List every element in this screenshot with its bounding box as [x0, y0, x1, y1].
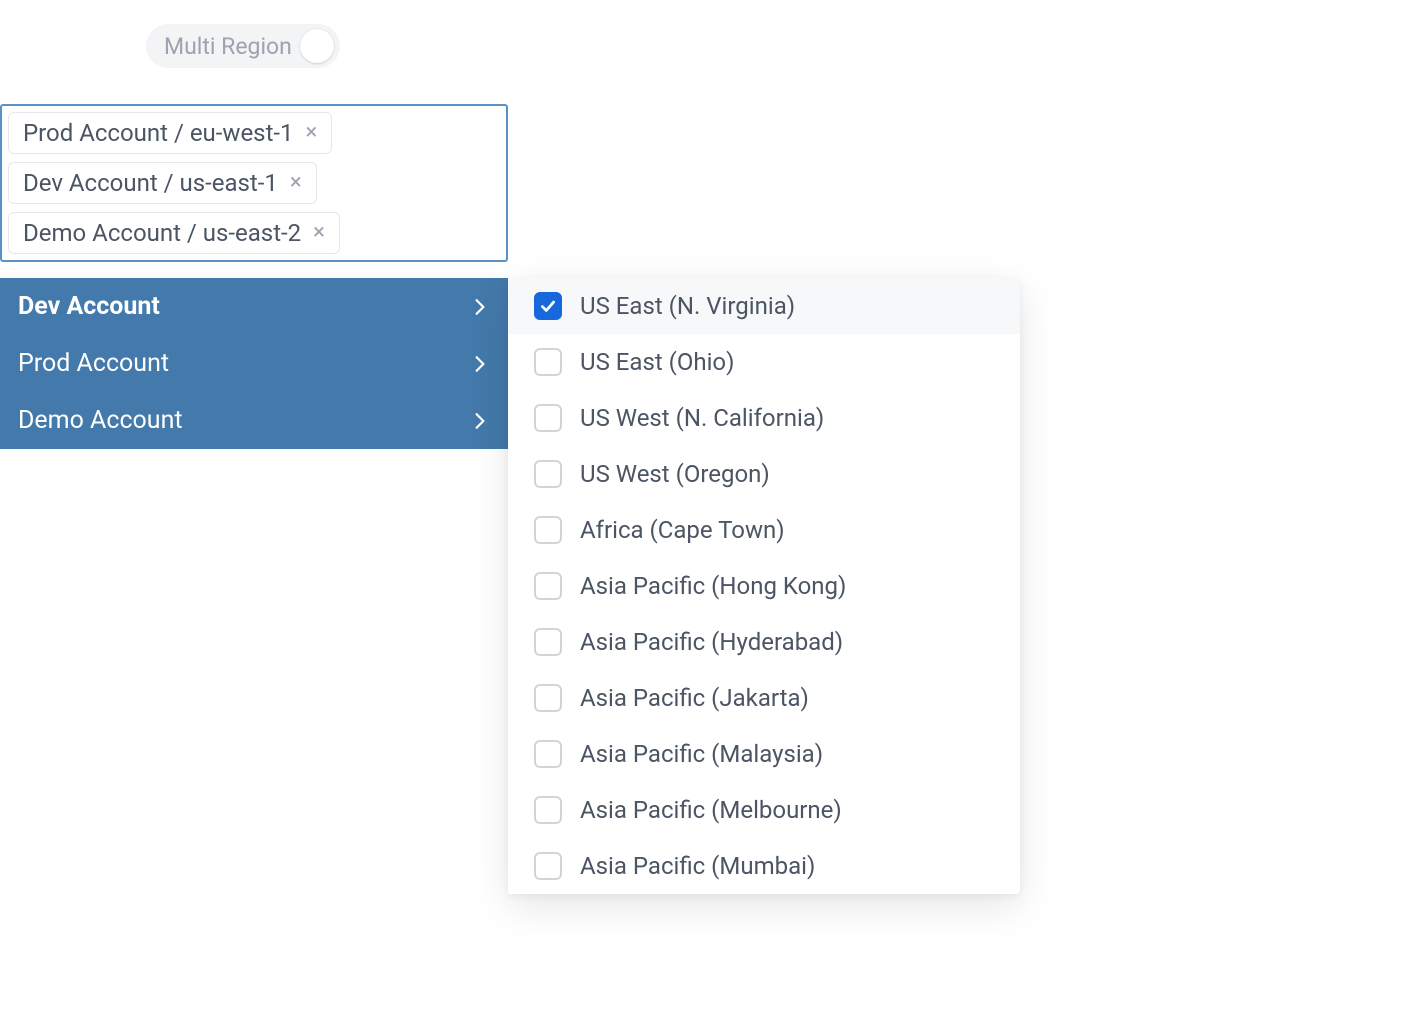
chevron-right-icon: [474, 412, 486, 430]
region-label: US West (Oregon): [580, 460, 770, 488]
region-label: Asia Pacific (Mumbai): [580, 852, 815, 880]
region-submenu: US East (N. Virginia) US East (Ohio) US …: [508, 278, 1020, 894]
region-label: Asia Pacific (Hyderabad): [580, 628, 843, 656]
region-label: Africa (Cape Town): [580, 516, 785, 544]
region-label: Asia Pacific (Hong Kong): [580, 572, 846, 600]
account-item-prod[interactable]: Prod Account: [0, 335, 508, 392]
region-option[interactable]: US East (Ohio): [508, 334, 1020, 390]
close-icon[interactable]: ×: [304, 122, 320, 144]
selected-tag: Prod Account / eu-west-1 ×: [8, 112, 332, 154]
account-label: Dev Account: [18, 292, 160, 321]
checkbox-icon: [534, 348, 562, 376]
root: Multi Region Prod Account / eu-west-1 × …: [0, 0, 1424, 1010]
account-item-demo[interactable]: Demo Account: [0, 392, 508, 449]
checkbox-icon: [534, 404, 562, 432]
selected-regions-input[interactable]: Prod Account / eu-west-1 × Dev Account /…: [0, 104, 508, 262]
multi-region-toggle-label: Multi Region: [164, 33, 292, 60]
chevron-right-icon: [474, 355, 486, 373]
account-label: Prod Account: [18, 349, 169, 378]
checkbox-icon: [534, 852, 562, 880]
checkbox-icon: [534, 292, 562, 320]
selected-tag: Demo Account / us-east-2 ×: [8, 212, 340, 254]
account-label: Demo Account: [18, 406, 183, 435]
close-icon[interactable]: ×: [288, 172, 304, 194]
checkbox-icon: [534, 516, 562, 544]
region-option[interactable]: Asia Pacific (Malaysia): [508, 726, 1020, 782]
region-option[interactable]: US West (N. California): [508, 390, 1020, 446]
checkbox-icon: [534, 628, 562, 656]
multi-region-toggle[interactable]: Multi Region: [146, 24, 340, 68]
close-icon[interactable]: ×: [311, 222, 327, 244]
region-option[interactable]: Asia Pacific (Jakarta): [508, 670, 1020, 726]
selected-tag-label: Dev Account / us-east-1: [23, 169, 278, 197]
region-label: Asia Pacific (Melbourne): [580, 796, 842, 824]
region-label: Asia Pacific (Jakarta): [580, 684, 809, 712]
chevron-right-icon: [474, 298, 486, 316]
region-option[interactable]: US East (N. Virginia): [508, 278, 1020, 334]
region-label: US West (N. California): [580, 404, 824, 432]
selected-tag: Dev Account / us-east-1 ×: [8, 162, 317, 204]
region-option[interactable]: Asia Pacific (Hyderabad): [508, 614, 1020, 670]
region-label: US East (Ohio): [580, 348, 734, 376]
region-option[interactable]: Asia Pacific (Melbourne): [508, 782, 1020, 838]
region-label: Asia Pacific (Malaysia): [580, 740, 823, 768]
checkbox-icon: [534, 684, 562, 712]
selected-tag-label: Prod Account / eu-west-1: [23, 119, 294, 147]
account-item-dev[interactable]: Dev Account: [0, 278, 508, 335]
region-label: US East (N. Virginia): [580, 292, 795, 320]
checkbox-icon: [534, 740, 562, 768]
region-option[interactable]: Asia Pacific (Mumbai): [508, 838, 1020, 894]
region-option[interactable]: US West (Oregon): [508, 446, 1020, 502]
checkbox-icon: [534, 460, 562, 488]
toggle-knob: [300, 29, 334, 63]
checkbox-icon: [534, 572, 562, 600]
account-dropdown: Dev Account Prod Account Demo Account: [0, 278, 508, 449]
region-option[interactable]: Africa (Cape Town): [508, 502, 1020, 558]
selected-tag-label: Demo Account / us-east-2: [23, 219, 301, 247]
region-option[interactable]: Asia Pacific (Hong Kong): [508, 558, 1020, 614]
checkbox-icon: [534, 796, 562, 824]
